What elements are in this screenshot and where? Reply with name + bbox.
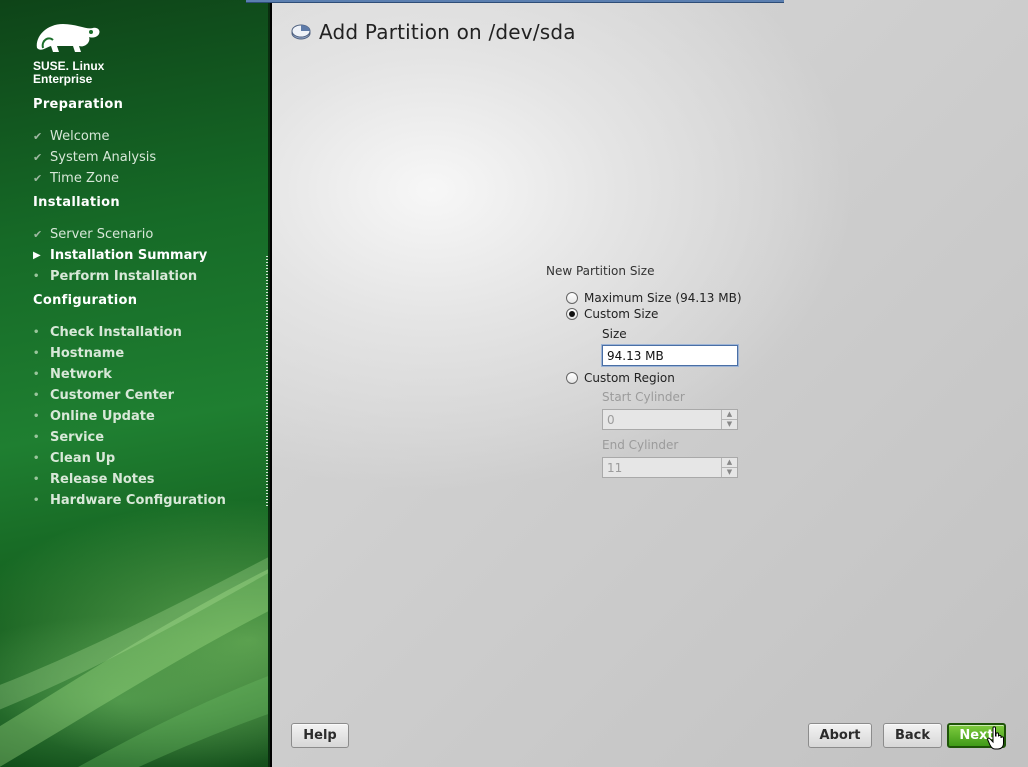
size-field-label: Size (602, 327, 627, 341)
checkmark-icon: ✔ (33, 150, 43, 164)
hand-cursor-icon (987, 726, 1004, 750)
step-check-installation: • Check Installation (33, 322, 182, 342)
step-label: Perform Installation (50, 268, 198, 284)
bullet-icon: • (33, 494, 40, 506)
section-configuration: Configuration (33, 293, 138, 308)
step-label: Time Zone (50, 170, 120, 186)
arrow-up-icon[interactable]: ▲ (722, 458, 737, 468)
step-installation-summary: ▶ Installation Summary (33, 245, 207, 265)
bullet-icon: • (33, 389, 40, 401)
maximum-size-option[interactable]: Maximum Size (94.13 MB) (566, 290, 742, 306)
bullet-icon: • (33, 270, 40, 282)
step-online-update: • Online Update (33, 406, 155, 426)
step-system-analysis: ✔ System Analysis (33, 147, 156, 167)
current-arrow-icon: ▶ (33, 249, 41, 261)
radio-button-checked[interactable] (566, 308, 578, 320)
brand-name: SUSE. Linux Enterprise (33, 60, 104, 86)
bullet-icon: • (33, 431, 40, 443)
bullet-icon: • (33, 473, 40, 485)
sidebar-scrollbar[interactable] (266, 256, 268, 508)
bullet-icon: • (33, 347, 40, 359)
step-release-notes: • Release Notes (33, 469, 155, 489)
page-title: Add Partition on /dev/sda (319, 20, 576, 44)
disk-icon (291, 24, 311, 40)
step-server-scenario: ✔ Server Scenario (33, 224, 153, 244)
custom-region-option[interactable]: Custom Region (566, 370, 675, 386)
brand-line-2: Enterprise (33, 72, 93, 86)
end-cylinder-label: End Cylinder (602, 438, 679, 452)
step-label: Customer Center (50, 387, 175, 403)
radio-button[interactable] (566, 292, 578, 304)
section-preparation: Preparation (33, 97, 124, 112)
bullet-icon: • (33, 326, 40, 338)
step-label: Release Notes (50, 471, 155, 487)
size-input[interactable] (601, 344, 739, 367)
suse-logo (33, 18, 123, 56)
step-label: System Analysis (50, 149, 157, 165)
decorative-swoosh (0, 557, 268, 767)
chameleon-icon (36, 24, 100, 52)
step-label: Welcome (50, 128, 110, 144)
start-cylinder-label: Start Cylinder (602, 390, 685, 404)
start-cylinder-spinbox[interactable]: 0 ▲ ▼ (602, 409, 738, 430)
step-network: • Network (33, 364, 112, 384)
step-label: Network (50, 366, 112, 382)
step-service: • Service (33, 427, 104, 447)
step-clean-up: • Clean Up (33, 448, 115, 468)
spin-arrows[interactable]: ▲ ▼ (721, 410, 737, 429)
step-label: Service (50, 429, 105, 445)
custom-size-option[interactable]: Custom Size (566, 306, 658, 322)
step-welcome: ✔ Welcome (33, 126, 109, 146)
custom-size-label: Custom Size (584, 307, 659, 321)
checkmark-icon: ✔ (33, 129, 43, 143)
abort-button[interactable]: Abort (808, 723, 872, 748)
bullet-icon: • (33, 368, 40, 380)
arrow-up-icon[interactable]: ▲ (722, 410, 737, 420)
bullet-icon: • (33, 410, 40, 422)
back-button[interactable]: Back (883, 723, 942, 748)
step-hostname: • Hostname (33, 343, 124, 363)
step-label: Online Update (50, 408, 155, 424)
spin-arrows[interactable]: ▲ ▼ (721, 458, 737, 477)
radio-button[interactable] (566, 372, 578, 384)
section-installation: Installation (33, 195, 120, 210)
step-label: Server Scenario (50, 226, 154, 242)
arrow-down-icon[interactable]: ▼ (722, 468, 737, 477)
top-edge-bar (246, 0, 784, 3)
step-perform-installation: • Perform Installation (33, 266, 197, 286)
step-customer-center: • Customer Center (33, 385, 174, 405)
checkmark-icon: ✔ (33, 227, 43, 241)
arrow-down-icon[interactable]: ▼ (722, 420, 737, 429)
end-cylinder-value: 11 (607, 461, 623, 475)
step-label: Hostname (50, 345, 125, 361)
step-label: Installation Summary (50, 247, 208, 263)
step-label: Check Installation (50, 324, 182, 340)
help-button[interactable]: Help (291, 723, 349, 748)
end-cylinder-spinbox[interactable]: 11 ▲ ▼ (602, 457, 738, 478)
step-label: Hardware Configuration (50, 492, 226, 508)
start-cylinder-value: 0 (607, 413, 615, 427)
bullet-icon: • (33, 452, 40, 464)
maximum-size-label: Maximum Size (94.13 MB) (584, 291, 742, 305)
sidebar: SUSE. Linux Enterprise Preparation ✔ Wel… (0, 0, 270, 767)
partition-size-group-label: New Partition Size (546, 264, 655, 278)
custom-region-label: Custom Region (584, 371, 675, 385)
step-time-zone: ✔ Time Zone (33, 168, 119, 188)
checkmark-icon: ✔ (33, 171, 43, 185)
step-hardware-configuration: • Hardware Configuration (33, 490, 226, 510)
step-label: Clean Up (50, 450, 116, 466)
